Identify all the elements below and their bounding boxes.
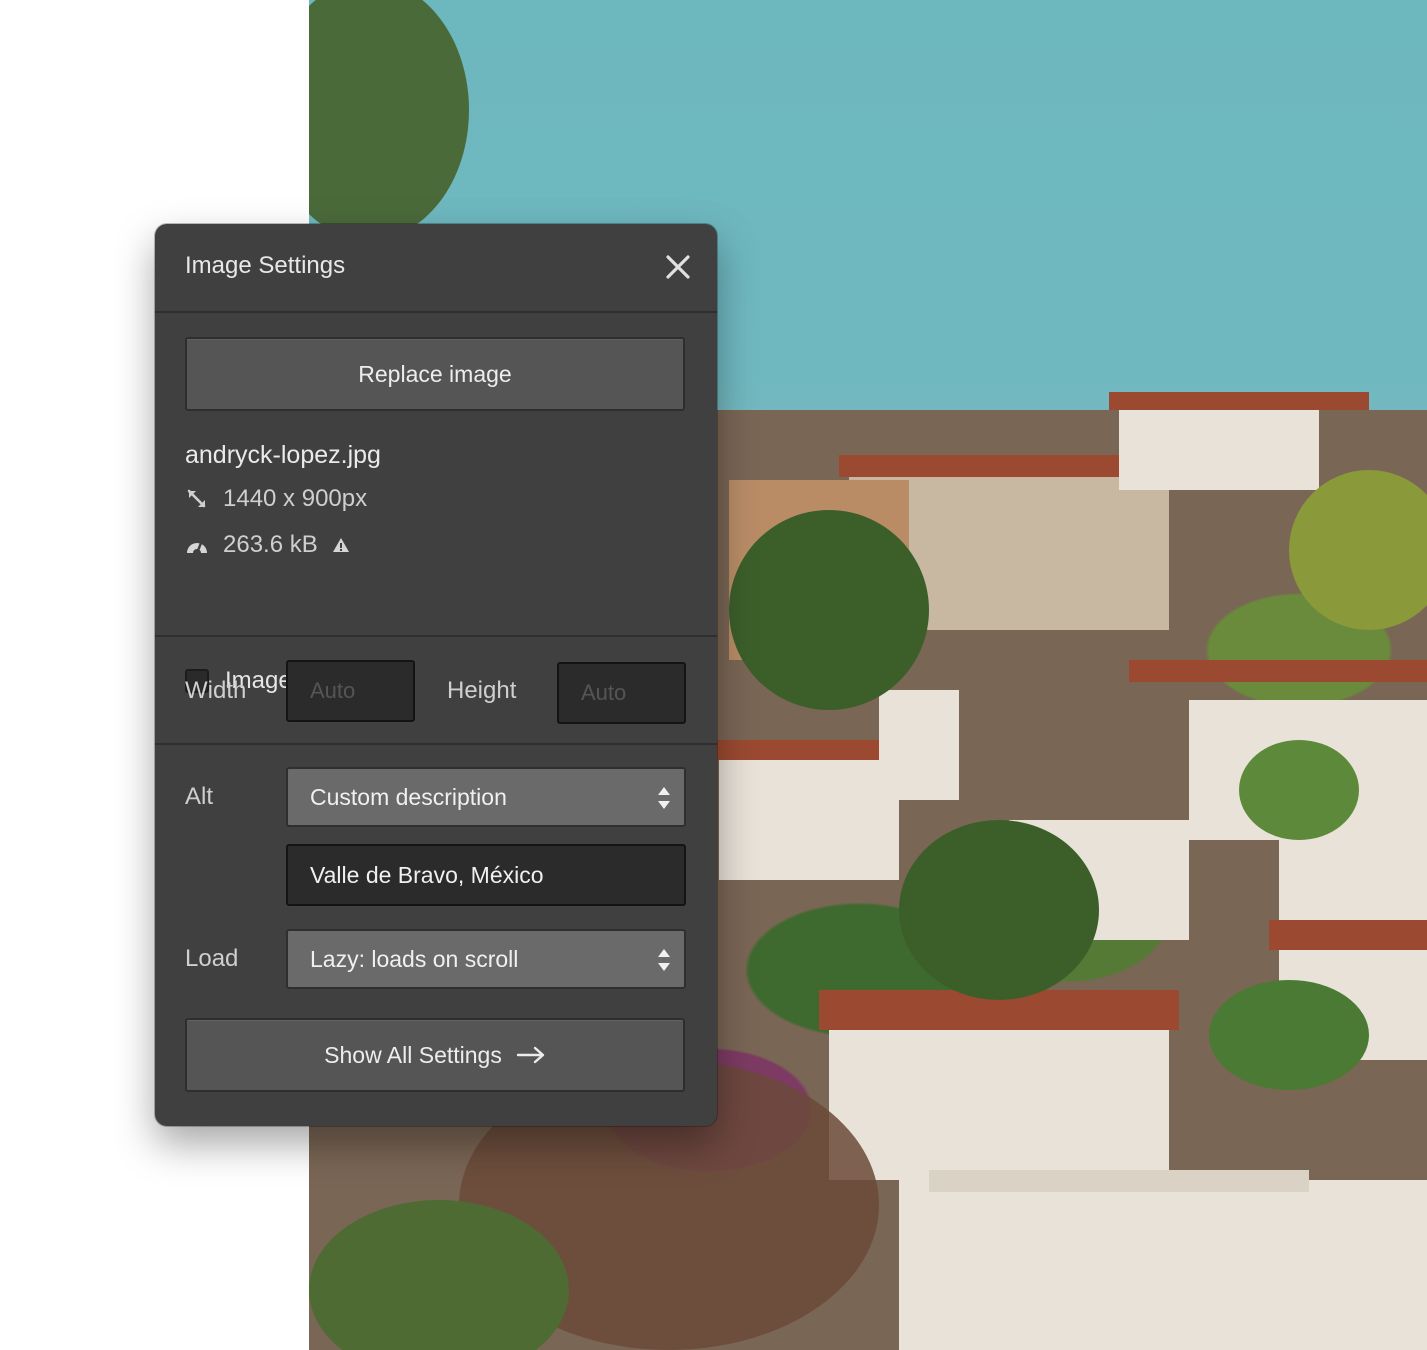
image-settings-panel: Image Settings Replace image andryck-lop… (155, 224, 717, 1126)
load-select[interactable]: Lazy: loads on scroll (286, 929, 686, 989)
file-size: 263.6 kB (223, 531, 318, 558)
chimney (879, 690, 959, 800)
alt-label: Alt (185, 783, 214, 810)
height-input[interactable]: Auto (557, 662, 686, 724)
roof (714, 740, 904, 760)
alt-load-section: Alt Custom description Valle de Bravo, M… (155, 745, 717, 1125)
house (1119, 400, 1319, 490)
close-icon[interactable] (663, 252, 693, 282)
width-input[interactable]: Auto (286, 660, 415, 722)
panel-header: Image Settings (155, 224, 717, 313)
show-all-settings-button[interactable]: Show All Settings (185, 1018, 685, 1092)
tree (729, 510, 929, 710)
image-dimensions: 1440 x 900px (223, 485, 368, 512)
show-all-settings-label: Show All Settings (324, 1041, 502, 1068)
load-value: Lazy: loads on scroll (310, 945, 519, 972)
panel-title: Image Settings (185, 252, 346, 279)
updown-arrows-icon (656, 947, 672, 979)
resize-icon (185, 487, 209, 511)
alt-mode-value: Custom description (310, 783, 507, 810)
image-info-section: Replace image andryck-lopez.jpg 1440 x 9… (155, 313, 717, 694)
house (829, 1020, 1169, 1180)
house (719, 740, 899, 880)
tree (1209, 980, 1369, 1090)
tree (899, 820, 1099, 1000)
replace-image-button[interactable]: Replace image (185, 337, 685, 411)
alt-mode-select[interactable]: Custom description (286, 767, 686, 827)
tree (1239, 740, 1359, 840)
arrow-right-icon (516, 1046, 546, 1064)
roof (1129, 660, 1427, 682)
width-label: Width (185, 677, 247, 704)
roof (929, 1170, 1309, 1192)
house (899, 1180, 1427, 1350)
alt-text-input[interactable]: Valle de Bravo, México (286, 844, 686, 906)
file-size-row: 263.6 kB (185, 531, 350, 559)
roof (1109, 392, 1369, 410)
warning-icon (332, 537, 350, 553)
updown-arrows-icon (656, 785, 672, 817)
gauge-icon (185, 533, 209, 557)
height-label: Height (447, 677, 517, 704)
file-name: andryck-lopez.jpg (185, 441, 381, 469)
dimensions-row: 1440 x 900px (185, 485, 367, 513)
tree (309, 0, 469, 240)
roof (1269, 920, 1427, 950)
size-section: Width Auto Height Auto (155, 637, 717, 745)
load-label: Load (185, 945, 239, 972)
